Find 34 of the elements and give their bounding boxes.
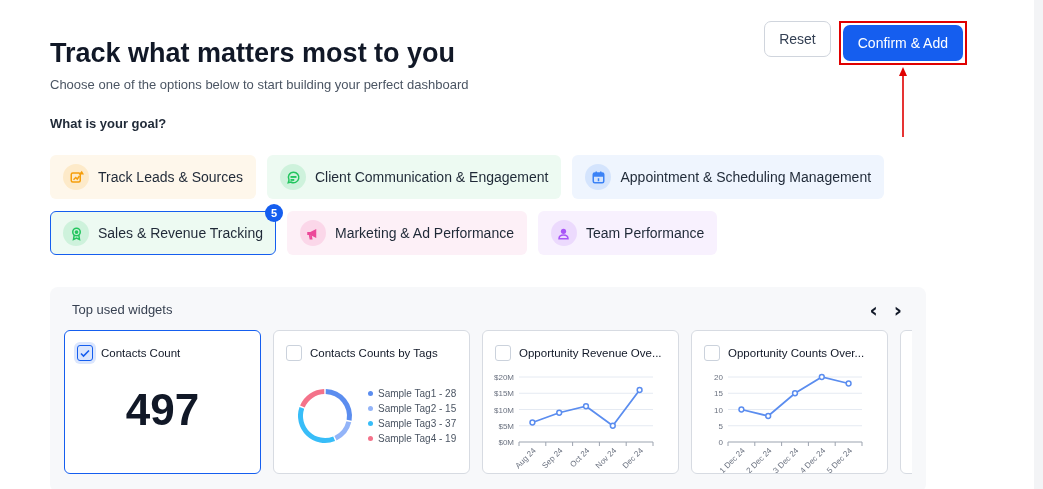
axis-label: 2 Dec 24: [744, 446, 774, 473]
axis-label: 5: [718, 421, 723, 431]
page-subtitle: Choose one of the options below to start building your perfect dashboard: [50, 77, 469, 92]
axis-label: Oct 24: [568, 446, 592, 470]
axis-label: $0M: [498, 438, 514, 447]
axis-label: 15: [714, 389, 723, 399]
axis-label: 5 Dec 24: [825, 446, 854, 473]
axis-label: $15M: [494, 389, 514, 399]
widget-title: Opportunity Counts Over...: [728, 347, 865, 359]
legend-label: Sample Tag2 - 15: [378, 403, 457, 414]
axis-label: Sep 24: [540, 446, 565, 471]
goal-question: What is your goal?: [50, 116, 168, 131]
page-title: Track what matters most to you: [50, 38, 457, 69]
axis-label: 4 Dec 24: [798, 446, 828, 473]
axis-label: Nov 24: [593, 446, 619, 471]
count-badge: 5: [265, 204, 283, 222]
axis-label: Aug 24: [513, 446, 538, 471]
panel-title: Top used widgets: [72, 302, 173, 317]
axis-label: 10: [714, 405, 723, 415]
axis-label: 3 Dec 24: [771, 446, 801, 473]
axis-label: 0: [718, 438, 723, 447]
axis-label: $10M: [494, 405, 514, 415]
metric-value: 497: [124, 385, 201, 435]
axis-label: $5M: [498, 421, 514, 431]
axis-label: $20M: [494, 373, 514, 382]
legend-label: Sample Tag3 - 37: [378, 418, 457, 429]
widget-title: Contacts Counts by Tags: [310, 347, 438, 359]
legend-label: Sample Tag1 - 28: [378, 388, 457, 399]
widget-title: Contacts Count: [101, 347, 181, 359]
axis-label: 1 Dec 24: [717, 446, 747, 473]
axis-label: 20: [714, 373, 723, 382]
axis-label: Dec 24: [620, 446, 645, 471]
widget-title: Opportunity Revenue Ove...: [519, 347, 662, 359]
legend-label: Sample Tag4 - 19: [378, 433, 457, 444]
